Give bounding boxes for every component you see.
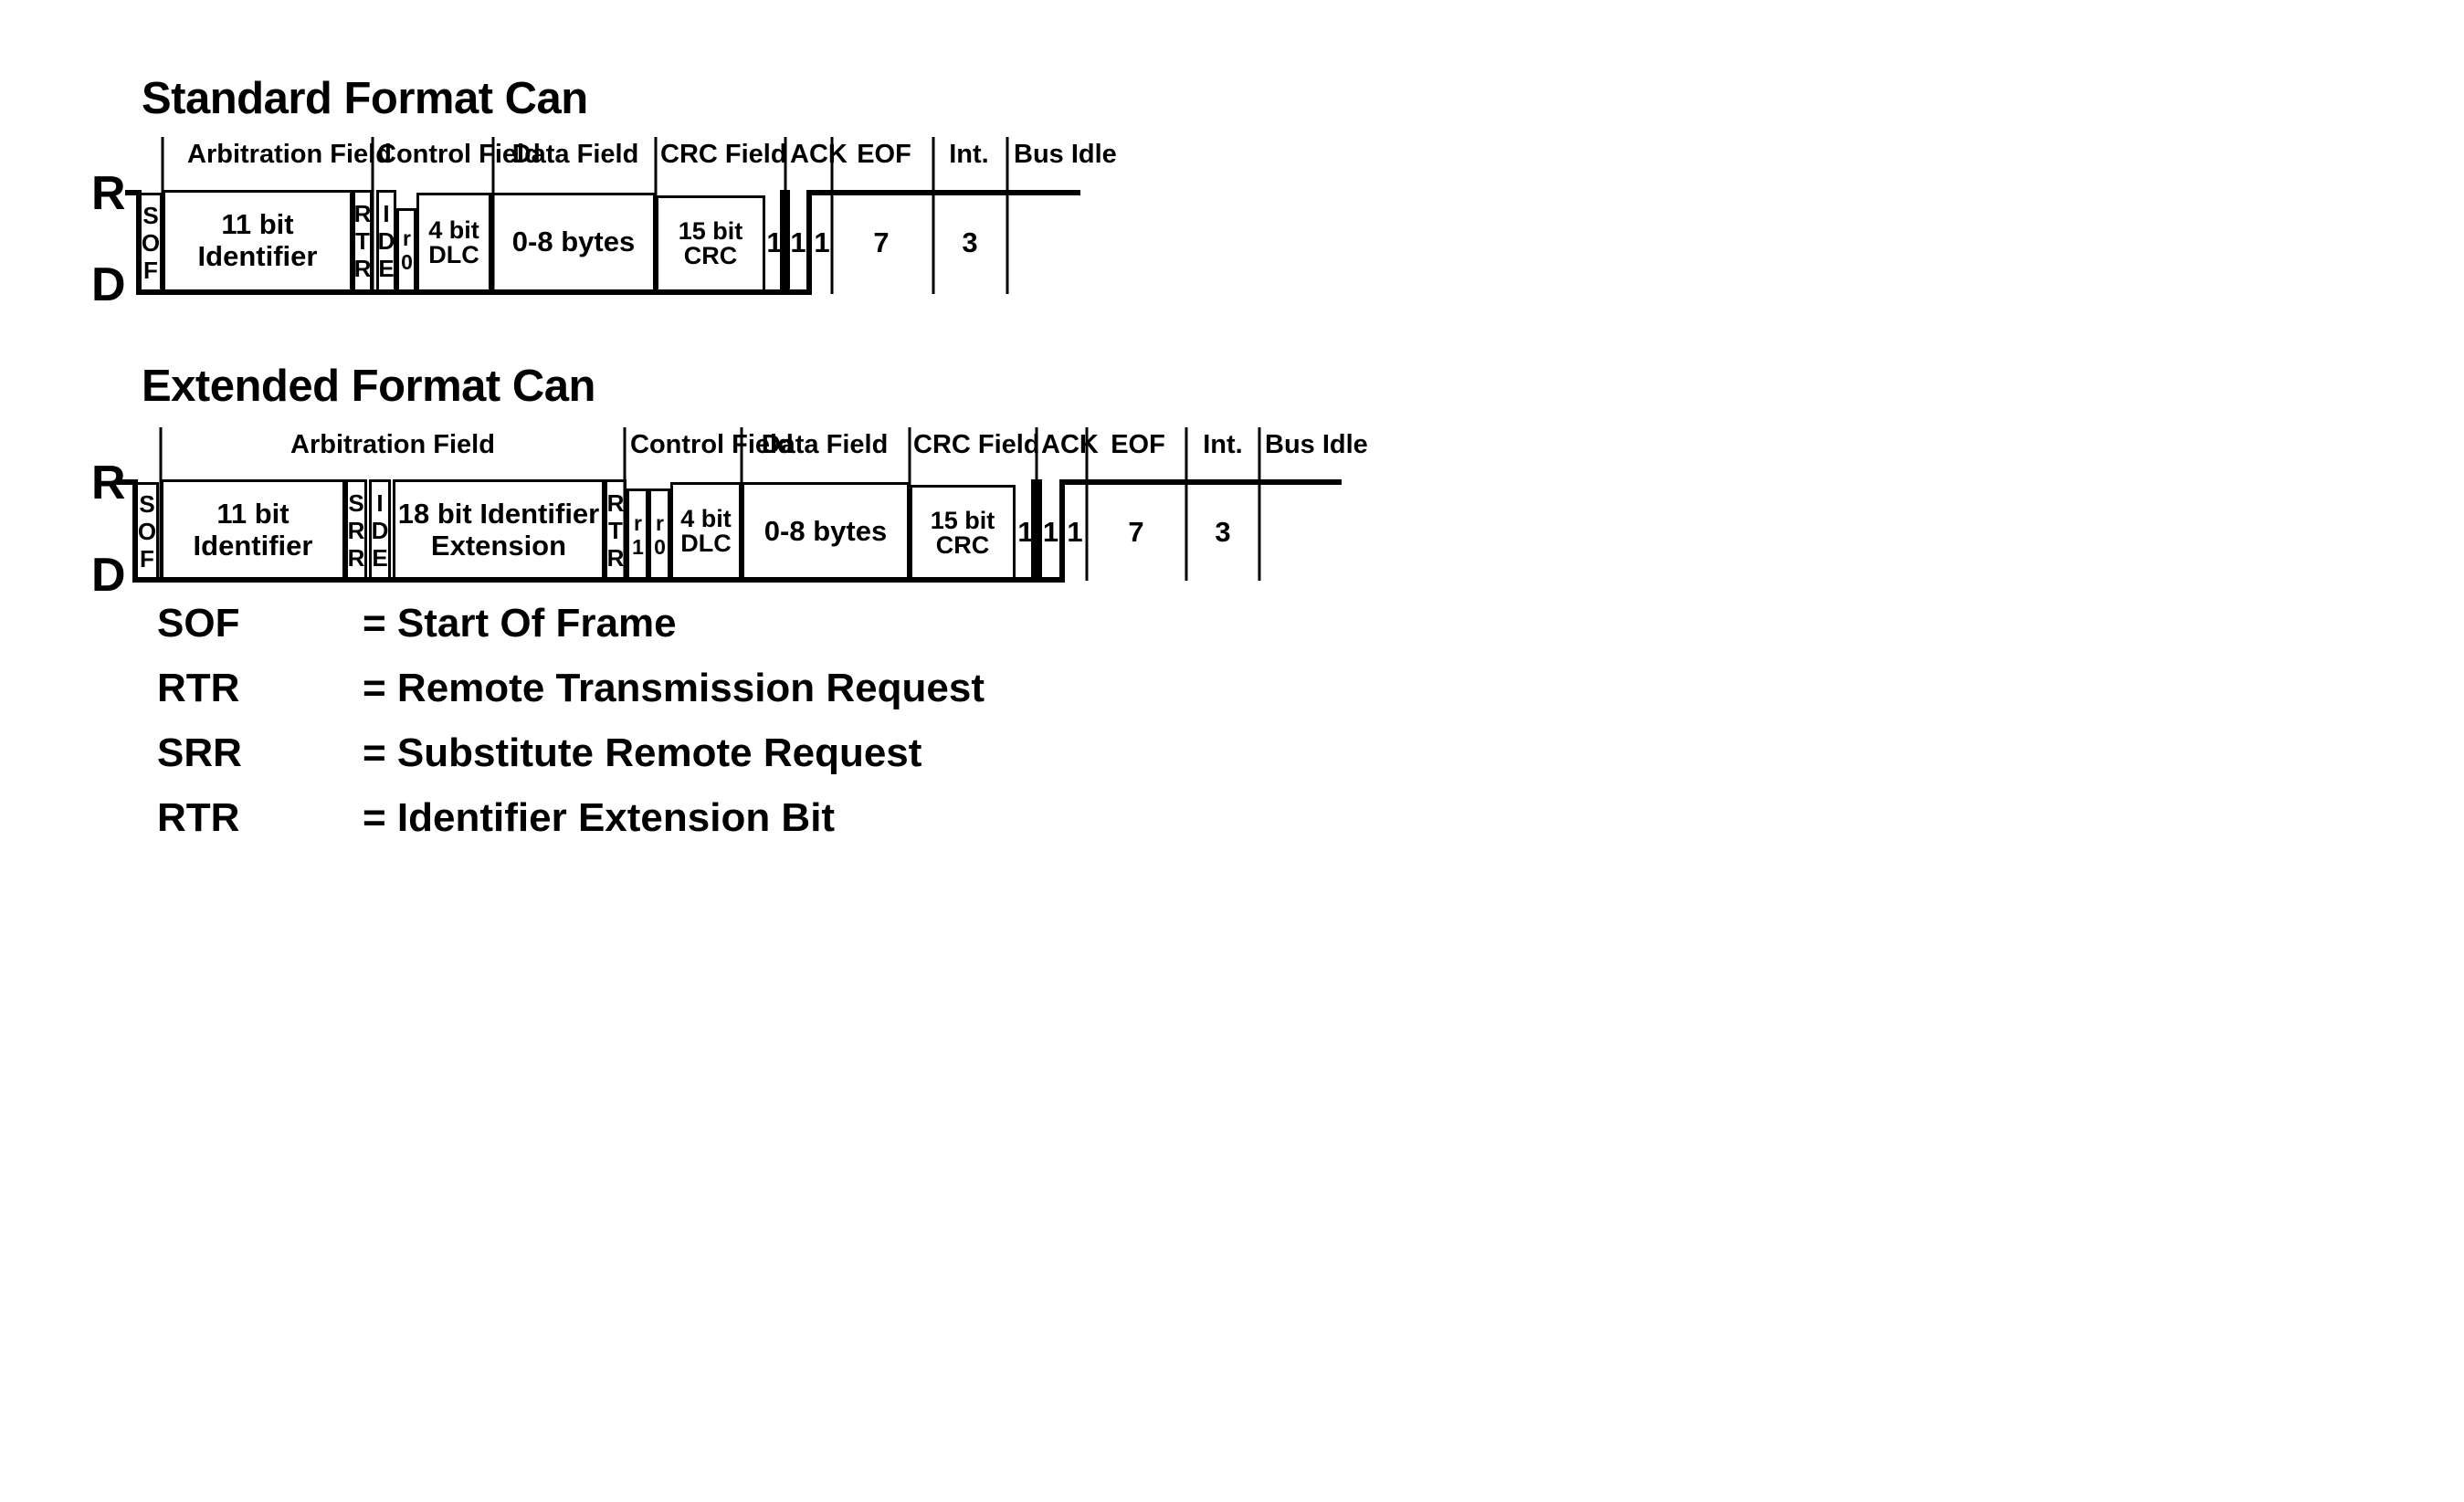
extended-field-srr-label: SRR [342, 488, 370, 572]
extended-field-identifier: 11 bit Identifier [161, 479, 345, 581]
extended-field-dlc-label: 4 bit DLC [680, 505, 732, 557]
standard-bit-eof-count: 7 [873, 226, 890, 258]
standard-format-waveform [0, 0, 2464, 365]
standard-field-sof: SOF [137, 193, 164, 292]
legend-abbr-sof: SOF [157, 601, 240, 646]
standard-field-identifier: 11 bit Identifier [163, 190, 353, 292]
extended-bit-crc-delimiter: 1 [1017, 516, 1034, 548]
legend-row: RTR = Remote Transmission Request [157, 666, 985, 730]
extended-field-srr: SRR [342, 479, 370, 581]
abbreviation-legend: SOF = Start Of Frame RTR = Remote Transm… [157, 601, 985, 860]
standard-field-rtr-label: RTR [349, 200, 376, 282]
legend-def-srr: = Substitute Remote Request [363, 730, 922, 775]
extended-field-r1: r1 [626, 488, 650, 581]
extended-field-r0: r0 [648, 488, 672, 581]
standard-bit-crc-delimiter: 1 [766, 226, 783, 258]
extended-field-crc-label: 15 bit CRC [930, 506, 995, 559]
legend-abbr-rtr: RTR [157, 666, 240, 710]
extended-field-identifier-extension-label: 18 bit Identifier Extension [397, 497, 600, 562]
standard-field-ide: IDE [373, 190, 400, 292]
extended-field-data: 0-8 bytes [742, 482, 910, 581]
standard-field-rtr: RTR [349, 190, 376, 292]
standard-bit-ack-delimiter: 1 [814, 226, 830, 258]
standard-field-data-label: 0-8 bytes [511, 226, 636, 258]
standard-field-crc-label: 15 bit CRC [678, 217, 743, 269]
extended-bit-ack-slot: 1 [1042, 516, 1059, 548]
standard-field-r0-label: r0 [395, 226, 419, 274]
standard-field-sof-label: SOF [137, 201, 164, 284]
extended-field-rtr-label: RTR [602, 488, 629, 572]
legend-abbr-ide: RTR [157, 795, 240, 840]
extended-bit-eof-count: 7 [1128, 516, 1144, 548]
legend-def-rtr: = Remote Transmission Request [363, 666, 985, 710]
extended-field-identifier-extension: 18 bit Identifier Extension [393, 479, 605, 581]
standard-bit-int-count: 3 [962, 226, 978, 258]
extended-field-sof-label: SOF [133, 490, 161, 572]
legend-row: RTR = Identifier Extension Bit [157, 795, 985, 860]
extended-field-identifier-label: 11 bit Identifier [193, 497, 313, 562]
standard-bit-ack-slot: 1 [790, 226, 806, 258]
legend-row: SRR = Substitute Remote Request [157, 730, 985, 795]
legend-def-sof: = Start Of Frame [363, 601, 677, 646]
legend-row: SOF = Start Of Frame [157, 601, 985, 666]
extended-field-ide: IDE [366, 479, 394, 581]
extended-bit-ack-delimiter: 1 [1067, 516, 1083, 548]
extended-bit-int-count: 3 [1215, 516, 1231, 548]
legend-def-ide: = Identifier Extension Bit [363, 795, 836, 840]
standard-field-r0: r0 [395, 208, 419, 292]
extended-field-data-label: 0-8 bytes [763, 514, 888, 547]
extended-field-r1-label: r1 [626, 510, 650, 559]
standard-field-crc: 15 bit CRC [656, 195, 765, 292]
standard-field-identifier-label: 11 bit Identifier [197, 208, 318, 272]
extended-field-sof: SOF [133, 482, 161, 581]
standard-field-dlc: 4 bit DLC [416, 193, 491, 292]
legend-abbr-srr: SRR [157, 730, 242, 775]
standard-field-data: 0-8 bytes [491, 193, 656, 292]
extended-field-crc: 15 bit CRC [910, 485, 1016, 581]
standard-field-dlc-label: 4 bit DLC [428, 215, 479, 268]
extended-field-r0-label: r0 [648, 510, 672, 559]
extended-field-dlc: 4 bit DLC [670, 482, 742, 581]
extended-field-rtr: RTR [602, 479, 629, 581]
extended-field-ide-label: IDE [366, 488, 394, 572]
